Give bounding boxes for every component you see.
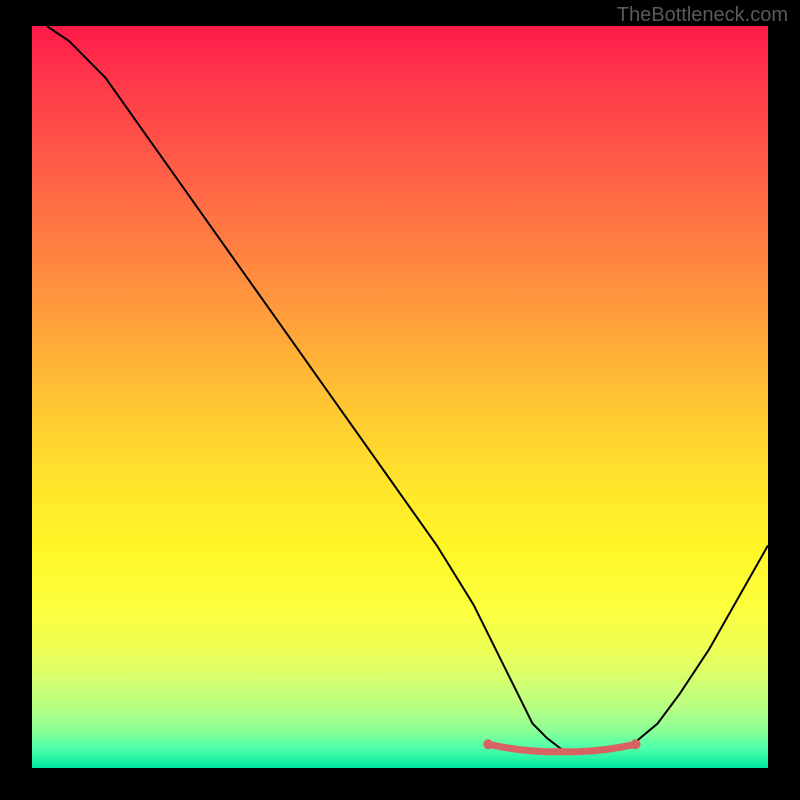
- optimal-band-marker: [603, 746, 610, 753]
- optimal-band-marker: [617, 744, 624, 751]
- bottleneck-curve-line: [47, 26, 768, 753]
- optimal-band-marker: [631, 739, 641, 749]
- optimal-band-marker: [558, 748, 565, 755]
- chart-plot-area: [32, 26, 768, 768]
- optimal-band-marker: [483, 739, 493, 749]
- watermark-text: TheBottleneck.com: [617, 4, 788, 27]
- optimal-band-marker: [514, 746, 521, 753]
- chart-svg: [32, 26, 768, 768]
